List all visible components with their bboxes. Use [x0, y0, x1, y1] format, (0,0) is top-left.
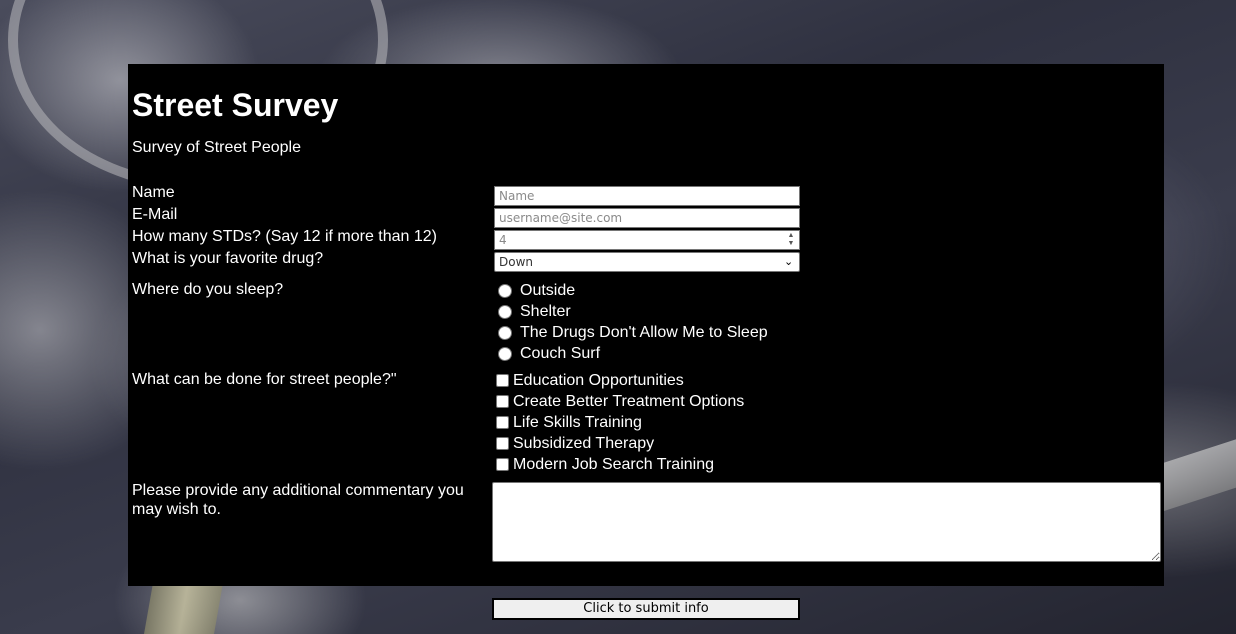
sleep-option-label: Outside: [520, 281, 576, 299]
sleep-section: Where do you sleep? Outside Shelter The …: [130, 277, 1162, 362]
name-row: Name: [132, 184, 1162, 206]
help-option-label: Life Skills Training: [513, 413, 642, 431]
comment-section: Please provide any additional commentary…: [130, 478, 1162, 584]
sleep-option-label: Shelter: [520, 302, 571, 320]
checkbox[interactable]: [496, 437, 509, 450]
checkbox[interactable]: [496, 416, 509, 429]
help-section: What can be done for street people?" Edu…: [130, 367, 1162, 473]
page-subtitle: Survey of Street People: [132, 139, 301, 156]
help-option-treatment[interactable]: Create Better Treatment Options: [494, 391, 744, 412]
name-label: Name: [132, 184, 175, 201]
stds-label: How many STDs? (Say 12 if more than 12): [132, 228, 438, 245]
help-option-label: Education Opportunities: [513, 371, 684, 389]
help-option-life-skills[interactable]: Life Skills Training: [494, 412, 744, 433]
submit-button[interactable]: Click to submit info: [492, 598, 800, 620]
help-option-label: Create Better Treatment Options: [513, 392, 745, 410]
help-question: What can be done for street people?": [132, 371, 397, 388]
sleep-option-no-sleep[interactable]: The Drugs Don't Allow Me to Sleep: [496, 322, 768, 343]
stds-stepper: ▲▼: [494, 230, 800, 250]
sleep-option-outside[interactable]: Outside: [496, 280, 768, 301]
help-option-education[interactable]: Education Opportunities: [494, 370, 744, 391]
drug-row: What is your favorite drug? Down ⌄: [132, 250, 1162, 272]
help-option-label: Modern Job Search Training: [513, 455, 714, 473]
email-input[interactable]: [494, 208, 800, 228]
page-title: Street Survey: [132, 87, 339, 123]
radio-button[interactable]: [498, 304, 512, 319]
help-option-job-search[interactable]: Modern Job Search Training: [494, 454, 744, 475]
radio-button[interactable]: [498, 346, 512, 361]
radio-button[interactable]: [498, 283, 512, 298]
help-option-label: Subsidized Therapy: [513, 434, 655, 452]
checkbox[interactable]: [496, 395, 509, 408]
drug-label: What is your favorite drug?: [132, 250, 324, 267]
comment-label: Please provide any additional commentary…: [132, 482, 464, 518]
email-label: E-Mail: [132, 206, 178, 223]
sleep-option-label: The Drugs Don't Allow Me to Sleep: [520, 323, 768, 341]
stds-input[interactable]: [494, 230, 800, 250]
sleep-option-label: Couch Surf: [520, 344, 601, 362]
contact-fields: Name E-Mail How many STDs? (Say 12 if mo…: [130, 184, 1162, 272]
comment-textarea[interactable]: [492, 482, 1161, 562]
help-options: Education Opportunities Create Better Tr…: [494, 370, 744, 475]
sleep-option-shelter[interactable]: Shelter: [496, 301, 768, 322]
stds-row: How many STDs? (Say 12 if more than 12) …: [132, 228, 1162, 250]
sleep-option-couch-surf[interactable]: Couch Surf: [496, 343, 768, 364]
sleep-options: Outside Shelter The Drugs Don't Allow Me…: [496, 280, 768, 364]
checkbox[interactable]: [496, 374, 509, 387]
drug-select[interactable]: Down: [494, 252, 800, 272]
radio-button[interactable]: [498, 325, 512, 340]
checkbox[interactable]: [496, 458, 509, 471]
email-row: E-Mail: [132, 206, 1162, 228]
sleep-question: Where do you sleep?: [132, 281, 284, 298]
survey-form: Street Survey Survey of Street People Na…: [128, 64, 1164, 586]
stepper-arrows-icon[interactable]: ▲ ▼: [786, 232, 796, 248]
help-option-therapy[interactable]: Subsidized Therapy: [494, 433, 744, 454]
name-input[interactable]: [494, 186, 800, 206]
survey-header: Street Survey Survey of Street People: [130, 66, 1162, 179]
